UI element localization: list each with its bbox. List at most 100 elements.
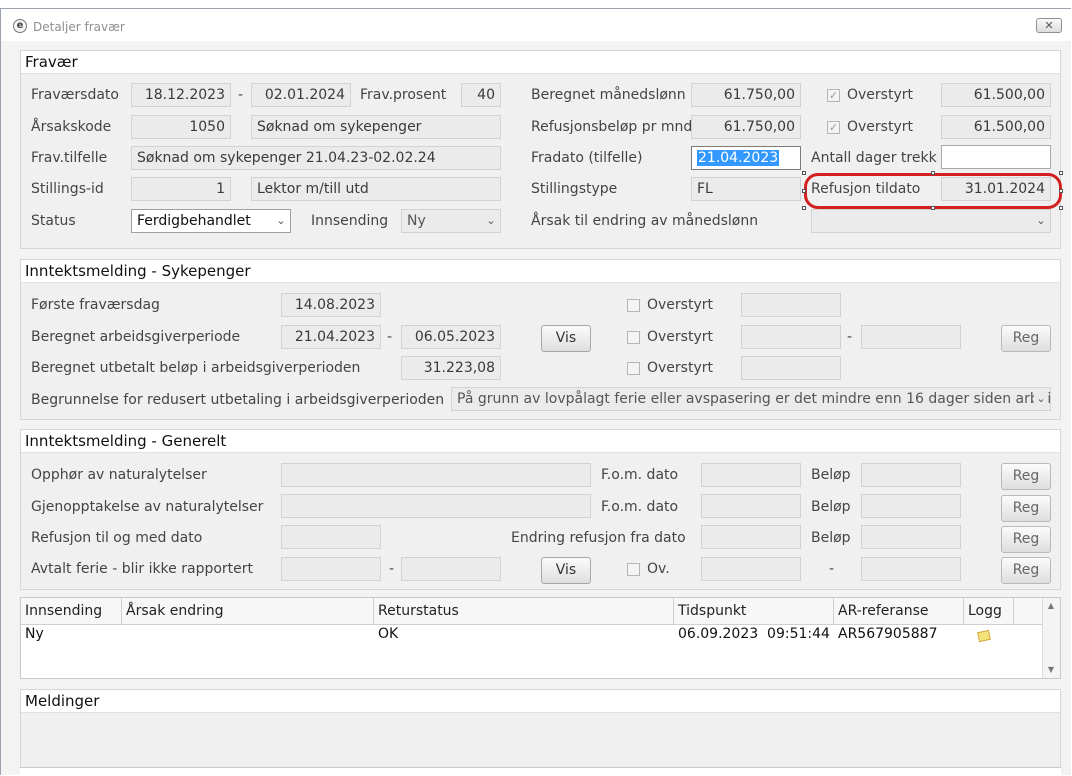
agp-fra-field[interactable]: 21.04.2023 (281, 325, 381, 349)
forste-fravaersdag-field[interactable]: 14.08.2023 (281, 293, 381, 317)
scroll-down-icon[interactable]: ▼ (1043, 662, 1059, 678)
frav-prosent-field[interactable]: 40 (461, 83, 501, 107)
cell-ar-referanse: AR567905887 (838, 626, 938, 642)
status-select[interactable]: Ferdigbehandlet ⌄ (131, 209, 291, 233)
beregnet-utbetalt-field[interactable]: 31.223,08 (401, 356, 501, 380)
ov-label: Ov. (647, 561, 670, 577)
panel-title: Fravær (25, 53, 78, 71)
stillingstype-label: Stillingstype (531, 181, 618, 197)
vertical-scrollbar[interactable]: ▲ ▼ (1042, 598, 1060, 678)
selection-handle (931, 171, 935, 175)
avtalt-ferie-til-field[interactable] (401, 557, 501, 581)
date-range-separator: - (238, 87, 244, 103)
endring-refusjon-belop-field[interactable] (861, 525, 961, 549)
close-button[interactable]: ✕ (1036, 18, 1062, 33)
fravaersdato-label: Fraværsdato (31, 87, 119, 103)
agp-til-field[interactable]: 06.05.2023 (401, 325, 501, 349)
overstyrt-fravaersdag-field[interactable] (741, 293, 841, 317)
overstyrt-checkbox[interactable] (627, 362, 640, 375)
highlight-annotation (804, 173, 1062, 209)
selection-handle (802, 206, 806, 210)
beregnet-agp-label: Beregnet arbeidsgiverperiode (31, 329, 241, 345)
reg-button[interactable]: Reg (1001, 557, 1051, 584)
beregnet-maanedslonn-field[interactable]: 61.750,00 (691, 83, 801, 107)
arsakskode-field[interactable]: 1050 (131, 115, 231, 139)
panel-header: Fravær (21, 51, 1060, 74)
frav-prosent-label: Frav.prosent (360, 87, 447, 103)
overstyrt-checkbox[interactable]: ✓ (827, 89, 840, 102)
overstyrt-utbetalt-field[interactable] (741, 356, 841, 380)
begrunnelse-label: Begrunnelse for redusert utbetaling i ar… (31, 392, 445, 408)
panel-title: Meldinger (25, 692, 100, 710)
arsakskode-label: Årsakskode (31, 119, 112, 135)
stillingstype-field[interactable]: FL (691, 177, 801, 201)
column-header-ar-referanse[interactable]: AR-referanse (834, 598, 964, 624)
begrunnelse-value: På grunn av lovpålagt ferie eller avspas… (457, 391, 1051, 407)
overstyrt-refusjon-field[interactable]: 61.500,00 (941, 115, 1051, 139)
refusjon-til-field[interactable] (281, 525, 381, 549)
gjenopptakelse-label: Gjenopptakelse av naturalytelser (31, 499, 264, 515)
begrunnelse-select[interactable]: På grunn av lovpålagt ferie eller avspas… (451, 387, 1051, 411)
chevron-down-icon[interactable]: ⌄ (274, 210, 288, 232)
cell-innsending: Ny (25, 626, 44, 642)
opphor-belop-field[interactable] (861, 463, 961, 487)
avtalt-ferie-ov-til-field[interactable] (861, 557, 961, 581)
vis-button[interactable]: Vis (541, 325, 591, 352)
opphor-label: Opphør av naturalytelser (31, 467, 207, 483)
arsakskode-text-field[interactable]: Søknad om sykepenger (251, 115, 501, 139)
overstyrt-checkbox[interactable] (627, 299, 640, 312)
date-range-separator: - (389, 561, 395, 577)
avtalt-ferie-fra-field[interactable] (281, 557, 381, 581)
antall-dager-trekk-label: Antall dager trekk (811, 150, 937, 166)
column-header-returstatus[interactable]: Returstatus (374, 598, 674, 624)
overstyrt-agp-til-field[interactable] (861, 325, 961, 349)
fravaersdato-til-field[interactable]: 02.01.2024 (251, 83, 351, 107)
overstyrt-agp-fra-field[interactable] (741, 325, 841, 349)
chevron-down-icon[interactable]: ⌄ (484, 210, 498, 232)
selection-handle (802, 189, 806, 193)
chevron-down-icon[interactable]: ⌄ (1034, 210, 1048, 232)
avtalt-ferie-ov-fra-field[interactable] (701, 557, 801, 581)
column-header-innsending[interactable]: Innsending (21, 598, 122, 624)
frav-tilfelle-field[interactable]: Søknad om sykepenger 21.04.23-02.02.24 (131, 146, 501, 170)
column-header-tidspunkt[interactable]: Tidspunkt (674, 598, 834, 624)
fom-dato-label: F.o.m. dato (601, 467, 679, 483)
gjenopptakelse-fom-dato-field[interactable] (701, 494, 801, 518)
stillings-text-field[interactable]: Lektor m/till utd (251, 177, 501, 201)
overstyrt-label: Overstyrt (847, 87, 913, 103)
fom-dato-label: F.o.m. dato (601, 499, 679, 515)
vis-button[interactable]: Vis (541, 557, 591, 584)
antall-dager-trekk-field[interactable] (941, 145, 1051, 169)
arsak-endring-label: Årsak til endring av månedslønn (531, 213, 759, 229)
overstyrt-label: Overstyrt (847, 119, 913, 135)
stillings-id-label: Stillings-id (31, 181, 104, 197)
date-range-separator: - (387, 329, 393, 345)
arsak-endring-select[interactable]: ⌄ (811, 209, 1051, 233)
opphor-field[interactable] (281, 463, 591, 487)
fradato-field[interactable]: 21.04.2023 (691, 146, 801, 170)
selection-handle (1059, 171, 1063, 175)
chevron-down-icon[interactable]: ⌄ (1034, 388, 1048, 410)
date-range-separator: - (847, 329, 853, 345)
opphor-fom-dato-field[interactable] (701, 463, 801, 487)
gjenopptakelse-belop-field[interactable] (861, 494, 961, 518)
gjenopptakelse-field[interactable] (281, 494, 591, 518)
selection-handle (931, 206, 935, 210)
endring-refusjon-field[interactable] (701, 525, 801, 549)
ov-checkbox[interactable] (627, 563, 640, 576)
scroll-up-icon[interactable]: ▲ (1043, 598, 1059, 614)
reg-button[interactable]: Reg (1001, 463, 1051, 490)
stillings-id-field[interactable]: 1 (131, 177, 231, 201)
column-header-arsak-endring[interactable]: Årsak endring (122, 598, 374, 624)
refusjonsbelop-field[interactable]: 61.750,00 (691, 115, 801, 139)
reg-button[interactable]: Reg (1001, 495, 1051, 522)
reg-button[interactable]: Reg (1001, 526, 1051, 553)
reg-button[interactable]: Reg (1001, 325, 1051, 352)
fravaersdato-fra-field[interactable]: 18.12.2023 (131, 83, 231, 107)
overstyrt-maanedslonn-field[interactable]: 61.500,00 (941, 83, 1051, 107)
belop-label: Beløp (811, 467, 851, 483)
overstyrt-checkbox[interactable]: ✓ (827, 121, 840, 134)
overstyrt-checkbox[interactable] (627, 331, 640, 344)
column-header-logg[interactable]: Logg (964, 598, 1014, 624)
innsending-select[interactable]: Ny ⌄ (401, 209, 501, 233)
